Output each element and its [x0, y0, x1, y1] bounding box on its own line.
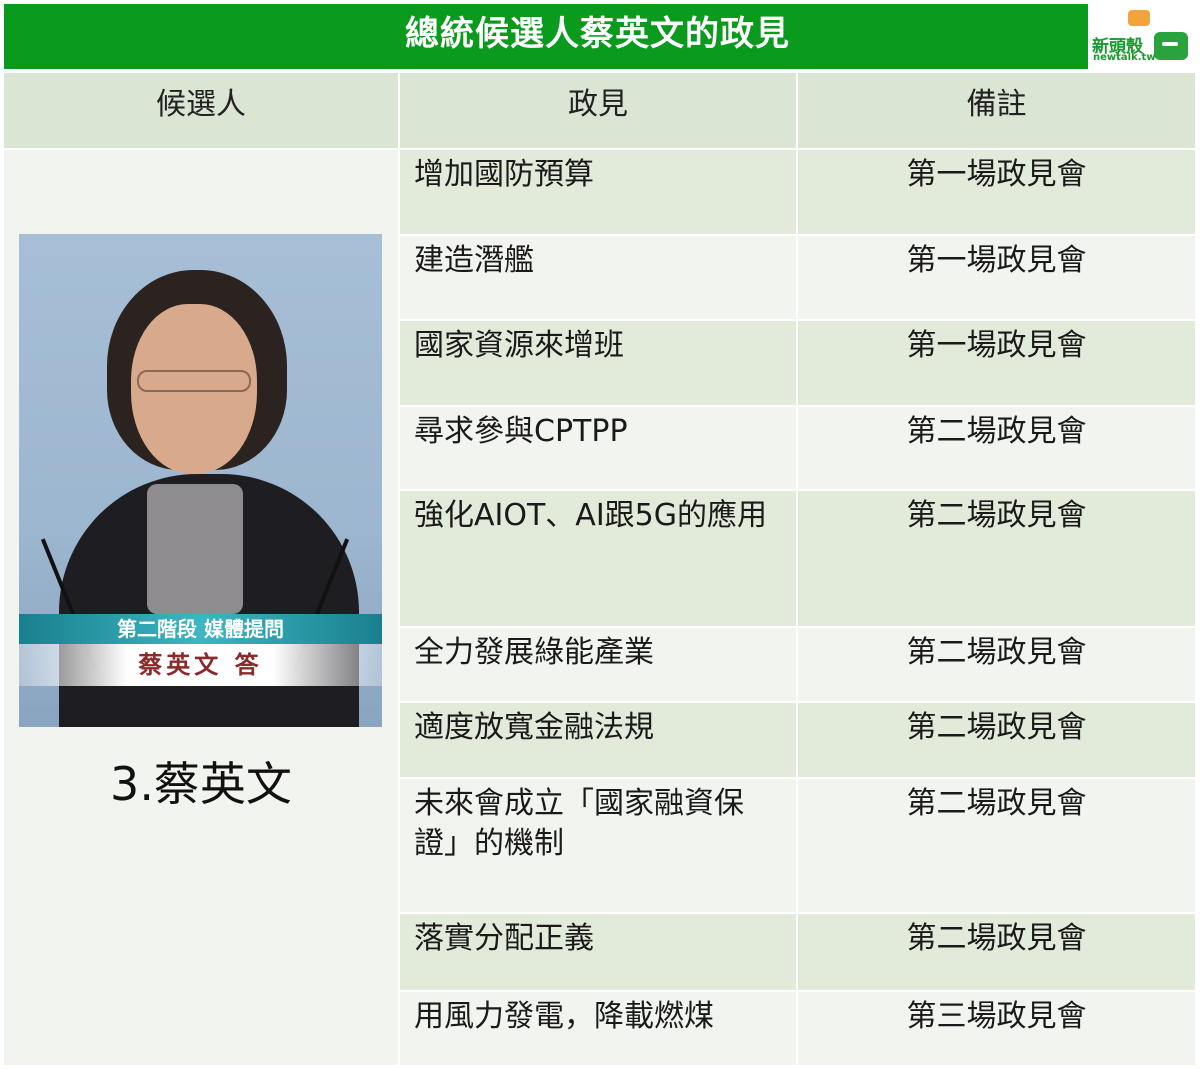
note-cell: 第二場政見會	[798, 491, 1195, 626]
note-cell: 第二場政見會	[798, 703, 1195, 777]
policy-cell: 建造潛艦	[400, 236, 796, 319]
header-policy: 政見	[400, 73, 796, 148]
photo-ticker-text: 第二階段 媒體提問	[117, 617, 284, 641]
policy-cell: 增加國防預算	[400, 150, 796, 234]
photo-glasses	[137, 370, 251, 392]
header-candidate: 候選人	[4, 73, 398, 148]
note-cell: 第二場政見會	[798, 779, 1195, 912]
header-note: 備註	[798, 73, 1195, 148]
note-cell: 第二場政見會	[798, 628, 1195, 701]
newtalk-logo: 新頭殼 newtalk.tw	[1088, 4, 1195, 69]
photo-caption-text: 蔡英文 答	[138, 651, 263, 679]
candidate-photo: 第二階段 媒體提問 蔡英文 答	[19, 234, 382, 727]
note-cell: 第二場政見會	[798, 914, 1195, 990]
note-cell: 第一場政見會	[798, 321, 1195, 405]
policy-cell: 尋求參與CPTPP	[400, 407, 796, 489]
candidate-name: 3.蔡英文	[110, 757, 292, 811]
photo-shirt	[147, 484, 243, 614]
note-cell: 第三場政見會	[798, 992, 1195, 1065]
policy-cell: 用風力發電，降載燃煤	[400, 992, 796, 1065]
policy-cell: 全力發展綠能產業	[400, 628, 796, 701]
note-cell: 第二場政見會	[798, 407, 1195, 489]
policy-cell: 強化AIOT、AI跟5G的應用	[400, 491, 796, 626]
policy-cell: 未來會成立「國家融資保證」的機制	[400, 779, 796, 912]
policy-cell: 國家資源來增班	[400, 321, 796, 405]
policy-cell: 適度放寬金融法規	[400, 703, 796, 777]
logo-url: newtalk.tw	[1093, 52, 1156, 63]
note-cell: 第一場政見會	[798, 150, 1195, 234]
policy-cell: 落實分配正義	[400, 914, 796, 990]
logo-green-bubble-icon	[1154, 32, 1188, 60]
logo-orange-bubble-icon	[1128, 10, 1150, 26]
page-title: 總統候選人蔡英文的政見	[405, 14, 790, 54]
note-cell: 第一場政見會	[798, 236, 1195, 319]
